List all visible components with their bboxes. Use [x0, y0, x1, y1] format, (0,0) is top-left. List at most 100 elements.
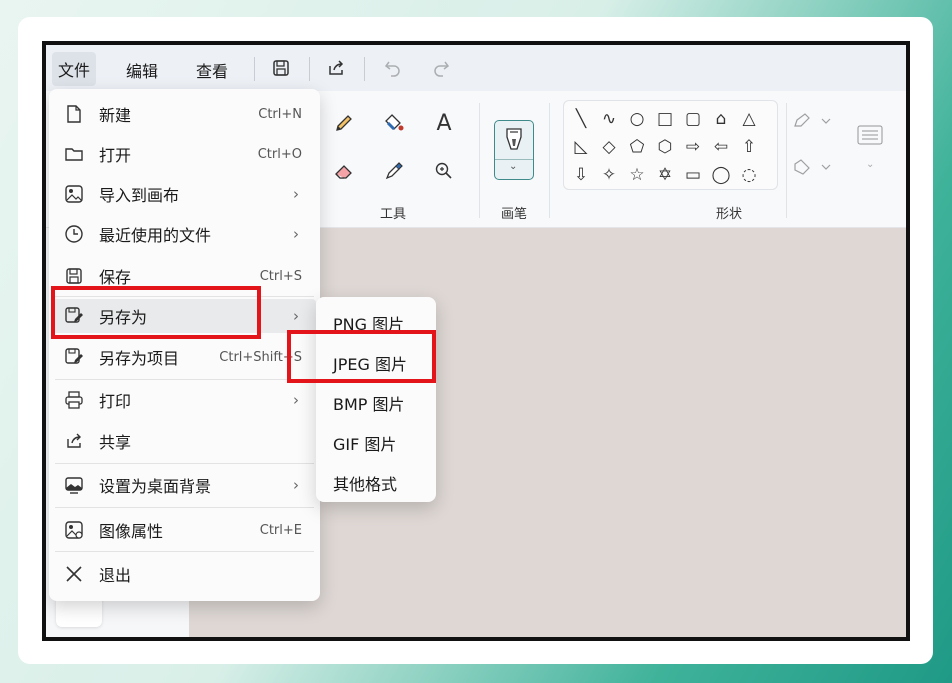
save-format-option[interactable]: 其他格式 [333, 471, 397, 495]
menu-separator [55, 463, 314, 464]
shape-option[interactable]: ⇩ [570, 165, 592, 185]
menu-edit[interactable]: 编辑 [126, 58, 158, 82]
wallpaper-icon [63, 474, 85, 496]
shape-option[interactable]: ◌ [738, 165, 760, 185]
menubar-divider [254, 57, 255, 81]
fill-icon[interactable] [380, 109, 408, 137]
color-picker-icon[interactable] [380, 157, 408, 185]
file-menu-item-label: 打开 [99, 146, 132, 165]
outline-icon[interactable] [790, 107, 834, 135]
file-menu-item-label: 共享 [99, 433, 132, 452]
file-menu-item-label: 退出 [99, 566, 132, 585]
shape-option[interactable]: △ [738, 109, 760, 129]
shape-option[interactable]: □ [654, 109, 676, 129]
pencil-icon[interactable] [330, 109, 358, 137]
import-image-icon [63, 183, 85, 205]
shape-option[interactable]: ◺ [570, 137, 592, 157]
ribbon-divider [479, 103, 480, 218]
shortcut-label: Ctrl+O [257, 146, 302, 162]
shortcut-label: Ctrl+N [258, 106, 302, 122]
file-menu-item-label: 保存 [99, 268, 132, 287]
shape-option[interactable]: ✧ [598, 165, 620, 185]
brush-group-label: 画笔 [501, 207, 528, 222]
shapes-group-label: 形状 [716, 207, 743, 222]
undo-icon[interactable] [380, 56, 406, 80]
paint-window: 文件 编辑 查看 A 工具 ⌄ 画笔 ╲ ∿ ○ □ ▢ ⌂ △ ◺ ◇ ⬠ ⬡… [42, 41, 910, 641]
redo-icon[interactable] [428, 56, 454, 80]
file-menu-item[interactable]: 图像属性 Ctrl+E [49, 513, 320, 547]
file-menu-item-label: 另存为项目 [99, 349, 180, 368]
folder-icon [63, 143, 85, 165]
magnifier-icon[interactable] [430, 157, 458, 185]
save-format-option[interactable]: GIF 图片 [333, 431, 396, 455]
fill-style-icon[interactable] [790, 153, 834, 181]
file-menu: 新建 Ctrl+N 打开 Ctrl+O 导入到画布 › 最近使用的文件 › 保存 Ctrl+S 另存… [49, 89, 320, 601]
file-menu-item[interactable]: 设置为桌面背景 › [49, 468, 320, 502]
text-icon[interactable]: A [430, 109, 458, 137]
file-menu-item[interactable]: 导入到画布 › [49, 177, 320, 211]
shape-option[interactable]: ⌂ [710, 109, 732, 129]
file-menu-item-label: 新建 [99, 106, 132, 125]
shortcut-label: Ctrl+S [259, 268, 302, 284]
menubar-divider [309, 57, 310, 81]
shape-option[interactable]: ▭ [682, 165, 704, 185]
chevron-down-icon: ⌄ [866, 159, 875, 170]
chevron-right-icon: › [293, 185, 299, 203]
file-menu-item[interactable]: 共享 [49, 424, 320, 458]
save-as-project-icon [63, 346, 85, 368]
chevron-down-icon: ⌄ [509, 161, 518, 172]
shape-option[interactable]: ∿ [598, 109, 620, 129]
shape-option[interactable]: ◇ [598, 137, 620, 157]
share-icon [63, 430, 85, 452]
menubar-divider [364, 57, 365, 81]
file-menu-item[interactable]: 另存为项目 Ctrl+Shift+S [49, 340, 320, 374]
file-menu-item[interactable]: 打开 Ctrl+O [49, 137, 320, 171]
menu-separator [55, 507, 314, 508]
shape-option[interactable]: ◯ [710, 165, 732, 185]
shortcut-label: Ctrl+E [259, 522, 302, 538]
file-menu-item[interactable]: 最近使用的文件 › [49, 217, 320, 251]
eraser-icon[interactable] [330, 157, 358, 185]
highlight-box-jpeg [287, 330, 436, 383]
shape-option[interactable]: ⬠ [626, 137, 648, 157]
file-menu-item-label: 图像属性 [99, 522, 164, 541]
save-format-option[interactable]: BMP 图片 [333, 391, 405, 415]
shape-option[interactable]: ☆ [626, 165, 648, 185]
shape-option[interactable]: ⇧ [738, 137, 760, 157]
file-menu-item[interactable]: 新建 Ctrl+N [49, 97, 320, 131]
menu-bar: 文件 编辑 查看 [46, 45, 906, 91]
image-properties-icon [63, 519, 85, 541]
file-menu-item-label: 导入到画布 [99, 186, 180, 205]
shape-option[interactable]: ╲ [570, 109, 592, 129]
menu-separator [55, 379, 314, 380]
chevron-right-icon: › [293, 476, 299, 494]
close-icon [63, 563, 85, 585]
file-menu-item-label: 打印 [99, 392, 132, 411]
menu-file[interactable]: 文件 [52, 52, 97, 86]
save-icon [63, 265, 85, 287]
ribbon-divider [549, 103, 550, 218]
brush-selector[interactable]: ⌄ [494, 120, 534, 180]
new-file-icon [63, 103, 85, 125]
shape-option[interactable]: ✡ [654, 165, 676, 185]
save-icon[interactable] [268, 56, 294, 80]
share-icon[interactable] [323, 56, 349, 80]
shape-option[interactable]: ⬡ [654, 137, 676, 157]
file-menu-item[interactable]: 打印 › [49, 383, 320, 417]
shapes-gallery[interactable]: ╲ ∿ ○ □ ▢ ⌂ △ ◺ ◇ ⬠ ⬡ ⇨ ⇦ ⇧ ⇩ ✧ ☆ ✡ ▭ ◯ ◌ [563, 100, 778, 190]
save-as-submenu: PNG 图片 JPEG 图片 BMP 图片 GIF 图片 其他格式 [316, 297, 436, 502]
shape-option[interactable]: ▢ [682, 109, 704, 129]
shape-option[interactable]: ⇨ [682, 137, 704, 157]
shape-option[interactable]: ⇦ [710, 137, 732, 157]
ribbon-divider [786, 103, 787, 218]
size-icon[interactable] [856, 121, 884, 149]
menu-separator [55, 551, 314, 552]
shape-option[interactable]: ○ [626, 109, 648, 129]
clock-icon [63, 223, 85, 245]
file-menu-item[interactable]: 退出 [49, 557, 320, 591]
chevron-right-icon: › [293, 225, 299, 243]
chevron-right-icon: › [293, 307, 299, 325]
tools-group-label: 工具 [380, 207, 407, 222]
highlight-box-save-as [51, 286, 261, 339]
menu-view[interactable]: 查看 [196, 58, 228, 82]
